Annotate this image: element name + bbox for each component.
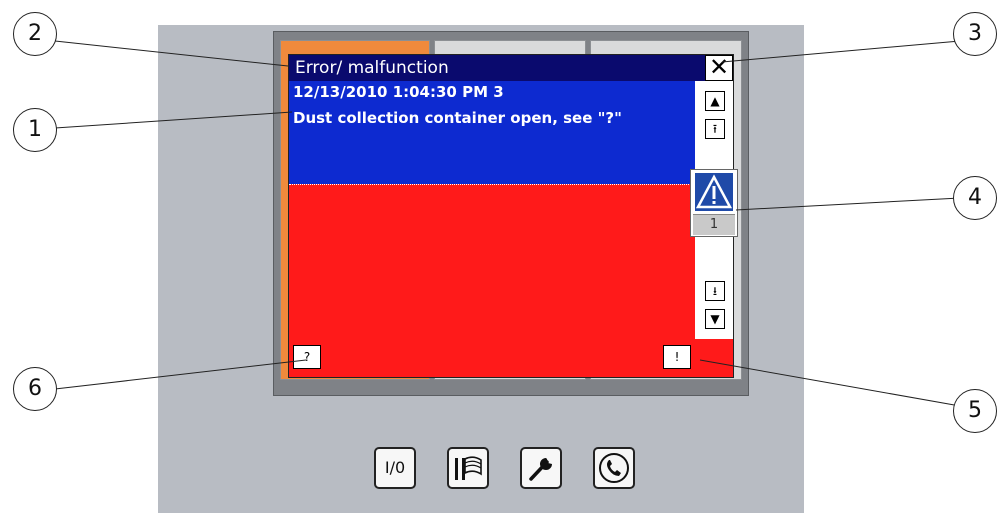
callout-6: 6 — [13, 367, 57, 411]
io-button[interactable]: I/0 — [374, 447, 416, 489]
flags-button[interactable] — [447, 447, 489, 489]
wrench-icon — [529, 458, 552, 481]
callout-1: 1 — [13, 108, 57, 152]
flags-icon — [455, 456, 482, 480]
phone-icon — [599, 453, 629, 483]
callout-lines — [54, 40, 961, 407]
callout-3: 3 — [953, 12, 997, 56]
service-button[interactable] — [593, 447, 635, 489]
callout-4: 4 — [953, 176, 997, 220]
tools-button[interactable] — [520, 447, 562, 489]
callout-2: 2 — [13, 12, 57, 56]
callout-5: 5 — [953, 389, 997, 433]
